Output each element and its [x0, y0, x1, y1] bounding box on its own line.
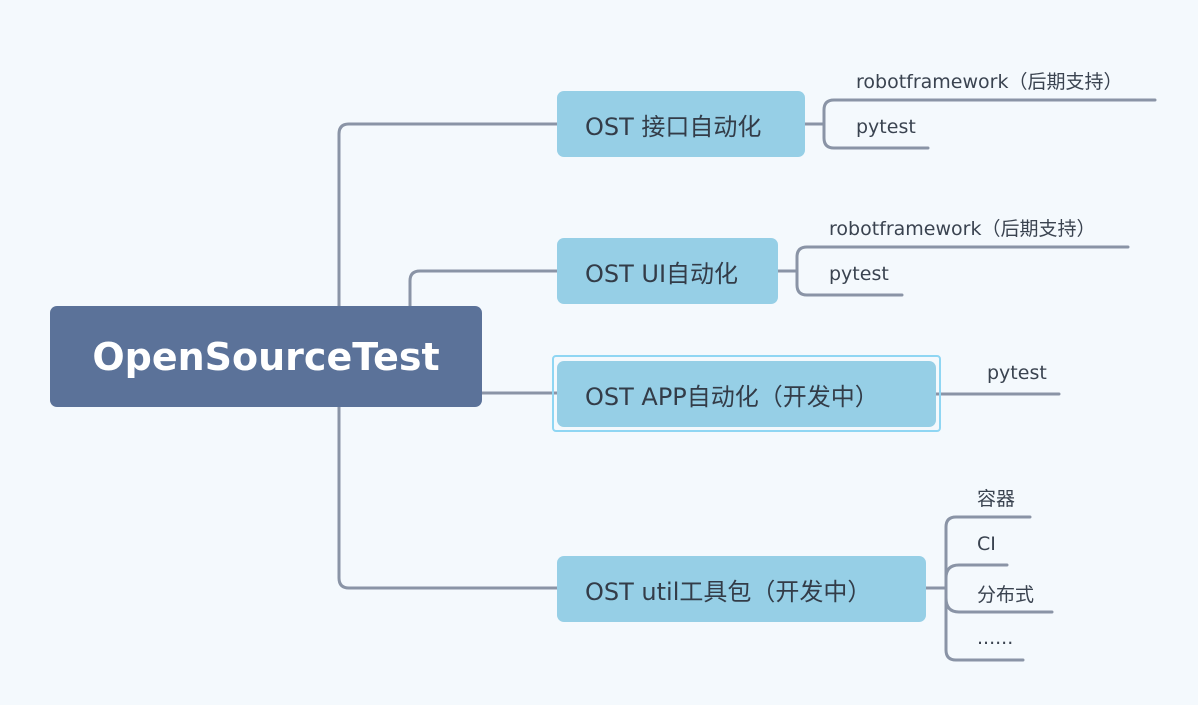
connector-util-leaf-2 [944, 563, 1009, 580]
topic-app-automation[interactable]: OST APP自动化（开发中） [557, 361, 936, 427]
leaf-app-pytest[interactable]: pytest [987, 362, 1047, 384]
topic-label: OST UI自动化 [585, 259, 739, 288]
topic-api-automation[interactable]: OST 接口自动化 [557, 91, 805, 157]
leaf-util-container[interactable]: 容器 [977, 484, 1015, 511]
leaf-api-robotframework[interactable]: robotframework（后期支持） [856, 67, 1122, 94]
leaf-ui-robotframework[interactable]: robotframework（后期支持） [829, 214, 1095, 241]
leaf-api-pytest[interactable]: pytest [856, 116, 916, 138]
topic-util-toolkit[interactable]: OST util工具包（开发中） [557, 556, 926, 622]
leaf-util-distributed[interactable]: 分布式 [977, 580, 1034, 607]
topic-label: OST util工具包（开发中） [585, 577, 872, 606]
connector-root-util [337, 405, 559, 590]
root-topic-label: OpenSourceTest [92, 334, 440, 379]
leaf-util-more[interactable]: ...... [977, 627, 1013, 649]
connector-root-api [337, 122, 559, 308]
root-topic[interactable]: OpenSourceTest [50, 306, 482, 407]
leaf-util-ci[interactable]: CI [977, 533, 996, 555]
connector-root-ui [408, 269, 559, 308]
topic-label: OST 接口自动化 [585, 112, 762, 141]
leaf-ui-pytest[interactable]: pytest [829, 263, 889, 285]
mind-map-canvas: OpenSourceTest OST 接口自动化 OST UI自动化 OST A… [0, 0, 1198, 705]
topic-label: OST APP自动化（开发中） [585, 382, 879, 411]
topic-ui-automation[interactable]: OST UI自动化 [557, 238, 778, 304]
